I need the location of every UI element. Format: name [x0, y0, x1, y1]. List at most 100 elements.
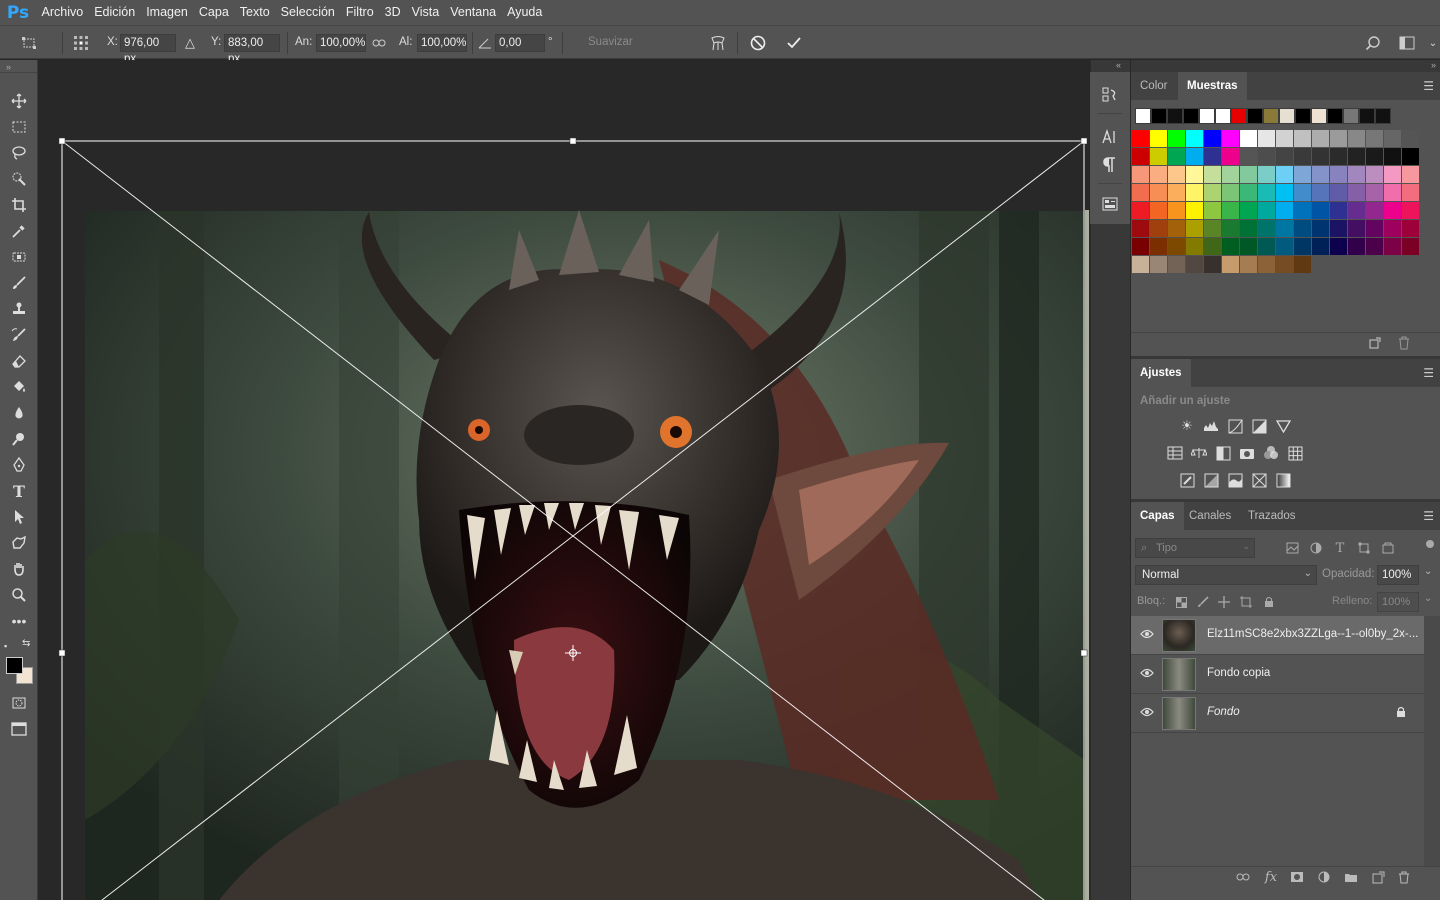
swatch[interactable] — [1348, 238, 1365, 255]
swatch[interactable] — [1186, 238, 1203, 255]
swatch[interactable] — [1168, 256, 1185, 273]
swatch[interactable] — [1168, 220, 1185, 237]
swatch[interactable] — [1240, 256, 1257, 273]
layer-filter-field[interactable]: ⌕ Tipo ⌄ — [1135, 538, 1255, 558]
swatch[interactable] — [1294, 184, 1311, 201]
channel-mixer-icon[interactable] — [1262, 444, 1280, 462]
swatch[interactable] — [1276, 130, 1293, 147]
swatch[interactable] — [1186, 166, 1203, 183]
swatch[interactable] — [1294, 166, 1311, 183]
filter-type-icon[interactable]: T — [1331, 539, 1349, 557]
filter-smart-object-icon[interactable] — [1379, 539, 1397, 557]
recent-swatch[interactable] — [1247, 108, 1263, 124]
swatch[interactable] — [1348, 166, 1365, 183]
recent-swatch[interactable] — [1167, 108, 1183, 124]
swatch[interactable] — [1348, 220, 1365, 237]
swatch[interactable] — [1348, 184, 1365, 201]
filter-shape-icon[interactable] — [1355, 539, 1373, 557]
swatch[interactable] — [1132, 202, 1149, 219]
width-field[interactable]: 100,00% — [316, 34, 366, 52]
swatch[interactable] — [1132, 256, 1149, 273]
swatch[interactable] — [1330, 220, 1347, 237]
swatch[interactable] — [1276, 148, 1293, 165]
swatch[interactable] — [1366, 202, 1383, 219]
swatch[interactable] — [1222, 202, 1239, 219]
swatch[interactable] — [1240, 202, 1257, 219]
selective-color-icon[interactable] — [1250, 471, 1268, 489]
fill-dropdown-icon[interactable]: ⌄ — [1424, 593, 1432, 604]
visibility-eye-icon[interactable] — [1140, 667, 1154, 681]
filter-adjustment-icon[interactable] — [1307, 539, 1325, 557]
swatch[interactable] — [1276, 184, 1293, 201]
swatch[interactable] — [1312, 130, 1329, 147]
delete-layer-icon[interactable] — [1395, 868, 1413, 886]
swatch[interactable] — [1384, 130, 1401, 147]
swatch[interactable] — [1402, 202, 1419, 219]
swatch[interactable] — [1150, 202, 1167, 219]
swatch[interactable] — [1150, 130, 1167, 147]
collapse-panels-icon[interactable]: » — [1431, 60, 1436, 70]
swatch[interactable] — [1132, 184, 1149, 201]
swatch[interactable] — [1312, 166, 1329, 183]
character-panel-icon[interactable] — [1100, 127, 1120, 147]
swatch[interactable] — [1222, 256, 1239, 273]
menu-3d[interactable]: 3D — [379, 0, 406, 25]
more-tools-icon[interactable]: ••• — [7, 610, 31, 632]
swatch[interactable] — [1168, 130, 1185, 147]
tab-swatches[interactable]: Muestras — [1178, 72, 1247, 100]
tab-ajustes[interactable]: Ajustes — [1131, 359, 1191, 387]
opacity-dropdown-icon[interactable]: ⌄ — [1424, 566, 1432, 577]
swatch[interactable] — [1204, 184, 1221, 201]
swatch[interactable] — [1312, 220, 1329, 237]
spot-healing-tool-icon[interactable] — [7, 246, 31, 268]
gradient-map-icon[interactable] — [1274, 471, 1292, 489]
swatch[interactable] — [1240, 220, 1257, 237]
layers-scrollbar[interactable] — [1424, 616, 1440, 866]
swatch[interactable] — [1366, 184, 1383, 201]
swatch[interactable] — [1186, 130, 1203, 147]
swatch[interactable] — [1150, 148, 1167, 165]
delta-icon[interactable]: △ — [181, 34, 199, 52]
recent-swatch[interactable] — [1359, 108, 1375, 124]
swatch[interactable] — [1222, 220, 1239, 237]
swatch[interactable] — [1240, 166, 1257, 183]
swatch[interactable] — [1294, 130, 1311, 147]
recent-swatch[interactable] — [1279, 108, 1295, 124]
transform-tool-icon[interactable] — [20, 34, 38, 52]
swatch[interactable] — [1276, 166, 1293, 183]
swatch[interactable] — [1150, 220, 1167, 237]
swatch[interactable] — [1276, 238, 1293, 255]
tab-trazados[interactable]: Trazados — [1239, 502, 1305, 530]
reference-point-icon[interactable] — [72, 34, 90, 52]
fill-field[interactable]: 100% — [1377, 592, 1419, 612]
recent-swatch[interactable] — [1263, 108, 1279, 124]
stamp-tool-icon[interactable] — [7, 298, 31, 320]
swatch[interactable] — [1204, 238, 1221, 255]
tab-canales[interactable]: Canales — [1180, 502, 1240, 530]
swatch[interactable] — [1384, 238, 1401, 255]
swatch[interactable] — [1168, 184, 1185, 201]
workspace-dropdown-icon[interactable]: ⌄ — [1424, 34, 1440, 52]
swatch[interactable] — [1294, 238, 1311, 255]
swatch[interactable] — [1330, 184, 1347, 201]
swatch[interactable] — [1258, 256, 1275, 273]
swatch[interactable] — [1348, 148, 1365, 165]
quick-selection-tool-icon[interactable] — [7, 168, 31, 190]
swatch[interactable] — [1204, 148, 1221, 165]
menu-ventana[interactable]: Ventana — [445, 0, 502, 25]
swatch[interactable] — [1312, 184, 1329, 201]
swatch[interactable] — [1330, 202, 1347, 219]
layer-row[interactable]: Elz11mSC8e2xbx3ZZLga--1--ol0by_2x-... — [1131, 616, 1424, 655]
exposure-icon[interactable] — [1250, 417, 1268, 435]
curves-icon[interactable] — [1226, 417, 1244, 435]
menu-seleccion[interactable]: Selección — [275, 0, 340, 25]
menu-vista[interactable]: Vista — [406, 0, 445, 25]
swatch[interactable] — [1312, 202, 1329, 219]
hand-tool-icon[interactable] — [7, 558, 31, 580]
recent-swatch[interactable] — [1135, 108, 1151, 124]
swatch[interactable] — [1222, 184, 1239, 201]
properties-panel-icon[interactable] — [1100, 194, 1120, 214]
eyedropper-tool-icon[interactable] — [7, 220, 31, 242]
menu-archivo[interactable]: Archivo — [36, 0, 89, 25]
swatch[interactable] — [1402, 220, 1419, 237]
